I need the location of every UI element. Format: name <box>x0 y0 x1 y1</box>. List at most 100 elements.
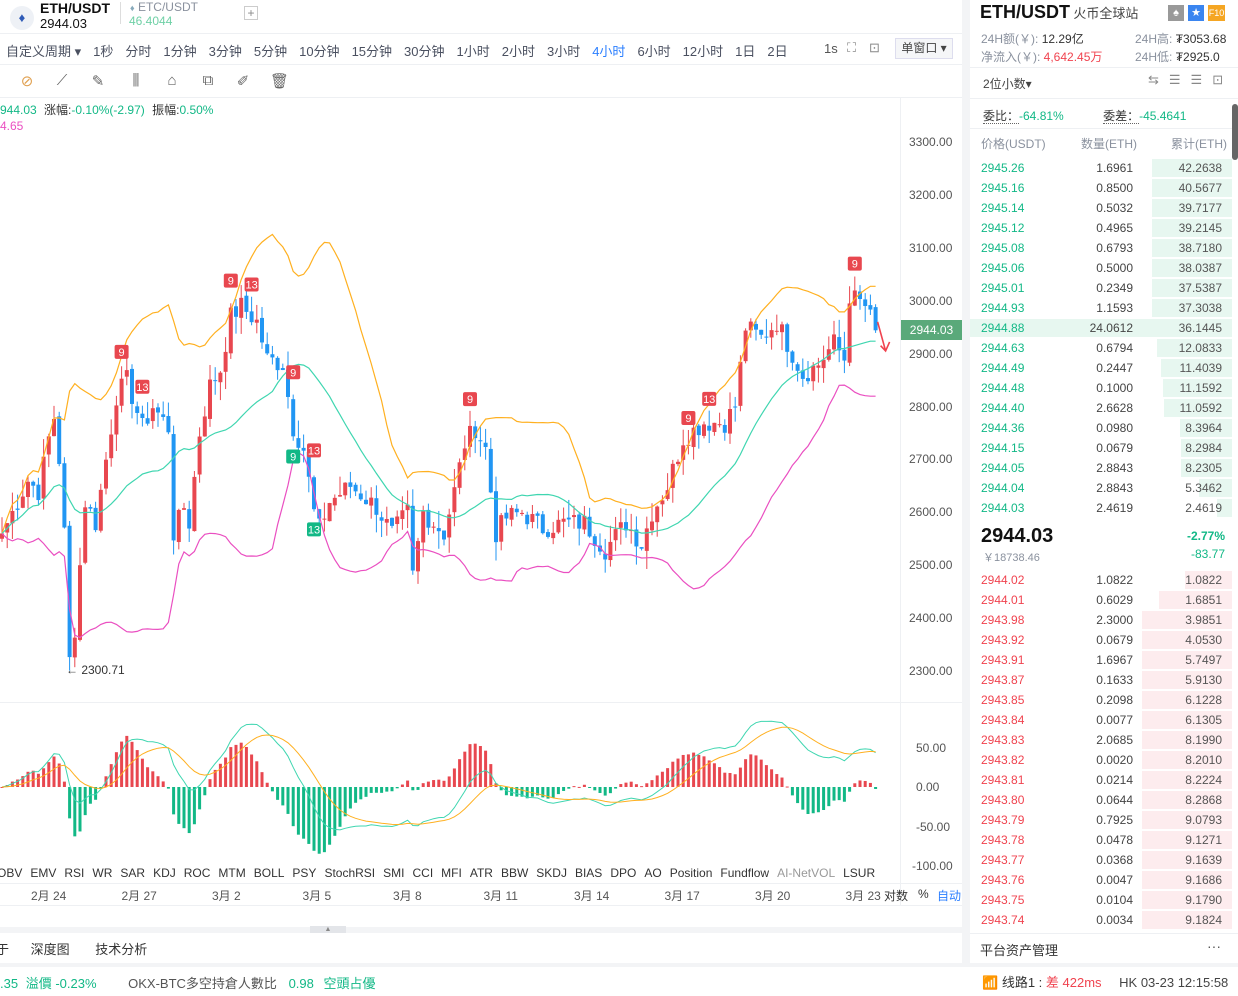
period-4[interactable]: 3分钟 <box>209 44 242 59</box>
period-14[interactable]: 12小时 <box>683 44 723 59</box>
indicator-tab[interactable]: PSY <box>292 866 316 880</box>
indicator-tab[interactable]: KDJ <box>153 866 176 880</box>
orderbook-row[interactable]: 2945.12 0.4965 39.2145 <box>970 218 1232 238</box>
price-chart[interactable]: 9 13 9 13 9 13 9 9 13 9 9 13 <box>0 98 962 868</box>
period-0[interactable]: 自定义周期 ▾ <box>6 44 81 59</box>
orderbook-row[interactable]: 2943.74 0.0034 9.1824 <box>970 910 1232 930</box>
tab-tech-analysis[interactable]: 技术分析 <box>95 942 147 957</box>
orderbook-scrollbar[interactable] <box>1232 104 1238 160</box>
edit-note-icon[interactable]: ✐ <box>234 72 252 90</box>
ruler-icon[interactable]: ⟋ <box>53 72 71 90</box>
tab-orders[interactable]: 于 <box>0 942 9 957</box>
orderbook-row[interactable]: 2943.77 0.0368 9.1639 <box>970 850 1232 870</box>
indicator-tab[interactable]: CCI <box>412 866 433 880</box>
panel-resize-bar[interactable] <box>0 927 962 933</box>
indicator-tab[interactable]: ATR <box>470 866 493 880</box>
indicator-tab[interactable]: MFI <box>441 866 462 880</box>
orderbook-row[interactable]: 2944.36 0.0980 8.3964 <box>970 418 1232 438</box>
orderbook-row[interactable]: 2943.80 0.0644 8.2868 <box>970 790 1232 810</box>
orderbook-row[interactable]: 2943.82 0.0020 8.2010 <box>970 750 1232 770</box>
orderbook-row[interactable]: 2943.83 2.0685 8.1990 <box>970 730 1232 750</box>
pen-icon[interactable]: ✎ <box>89 72 107 90</box>
period-16[interactable]: 2日 <box>767 44 787 59</box>
period-13[interactable]: 6小时 <box>637 44 670 59</box>
orderbook-row[interactable]: 2943.75 0.0104 9.1790 <box>970 890 1232 910</box>
more-options-icon[interactable]: ··· <box>1207 938 1221 954</box>
alert-bell-icon[interactable]: ♠ <box>1168 5 1184 21</box>
indicator-tab[interactable]: AI-NetVOL <box>777 866 835 880</box>
add-tab-button[interactable]: + <box>244 6 258 20</box>
period-6[interactable]: 10分钟 <box>299 44 339 59</box>
orderbook-row[interactable]: 2943.85 0.2098 6.1228 <box>970 690 1232 710</box>
indicator-tab[interactable]: AO <box>644 866 661 880</box>
orderbook-row[interactable]: 2943.78 0.0478 9.1271 <box>970 830 1232 850</box>
orderbook-row[interactable]: 2944.01 0.6029 1.6851 <box>970 590 1232 610</box>
lock-icon[interactable]: ⌂ <box>163 72 181 90</box>
magnet-icon[interactable]: ⊘ <box>18 72 36 90</box>
candle-icon[interactable]: ⫼ <box>127 72 145 90</box>
period-11[interactable]: 3小时 <box>547 44 580 59</box>
orderbook-row[interactable]: 2945.16 0.8500 40.5677 <box>970 178 1232 198</box>
decimals-select[interactable]: 2位小数▾ <box>983 75 1032 92</box>
period-8[interactable]: 30分钟 <box>404 44 444 59</box>
indicator-tab[interactable]: LSUR <box>843 866 875 880</box>
indicator-tab[interactable]: DPO <box>610 866 636 880</box>
orderbook-row[interactable]: 2945.06 0.5000 38.0387 <box>970 258 1232 278</box>
indicator-tab[interactable]: Position <box>670 866 713 880</box>
orderbook-row[interactable]: 2944.15 0.0679 8.2984 <box>970 438 1232 458</box>
indicator-tab[interactable]: RSI <box>64 866 84 880</box>
orderbook-view-icons[interactable]: ⇆☰☰⊡ <box>1148 72 1233 88</box>
trash-icon[interactable]: 🗑 <box>270 72 289 90</box>
orderbook-row[interactable]: 2945.14 0.5032 39.7177 <box>970 198 1232 218</box>
indicator-tab[interactable]: Fundflow <box>720 866 769 880</box>
window-mode-select[interactable]: 单窗口 ▾ <box>895 38 953 59</box>
period-9[interactable]: 1小时 <box>457 44 490 59</box>
indicator-tab[interactable]: OBV <box>0 866 22 880</box>
orderbook-row[interactable]: 2944.03 2.4619 2.4619 <box>970 498 1232 518</box>
fullscreen-icon[interactable]: ⛶ <box>847 40 856 56</box>
period-1[interactable]: 1秒 <box>93 44 113 59</box>
period-12[interactable]: 4小时 <box>592 44 625 59</box>
indicator-tab[interactable]: ROC <box>184 866 211 880</box>
orderbook-row[interactable]: 2943.98 2.3000 3.9851 <box>970 610 1232 630</box>
expand-panel-icon[interactable]: ▲ <box>310 926 346 933</box>
period-15[interactable]: 1日 <box>735 44 755 59</box>
indicator-tab[interactable]: SAR <box>120 866 145 880</box>
orderbook-row[interactable]: 2943.81 0.0214 8.2224 <box>970 770 1232 790</box>
orderbook-row[interactable]: 2943.87 0.1633 5.9130 <box>970 670 1232 690</box>
period-7[interactable]: 15分钟 <box>352 44 392 59</box>
period-5[interactable]: 5分钟 <box>254 44 287 59</box>
asset-management-link[interactable]: 平台资产管理 <box>980 940 1058 959</box>
f10-button[interactable]: F10 <box>1208 5 1225 21</box>
orderbook-row[interactable]: 2944.48 0.1000 11.1592 <box>970 378 1232 398</box>
orderbook-row[interactable]: 2944.05 2.8843 8.2305 <box>970 458 1232 478</box>
orderbook-row[interactable]: 2943.92 0.0679 4.0530 <box>970 630 1232 650</box>
period-2[interactable]: 分时 <box>125 44 151 59</box>
orderbook-row[interactable]: 2943.76 0.0047 9.1686 <box>970 870 1232 890</box>
orderbook-row[interactable]: 2944.04 2.8843 5.3462 <box>970 478 1232 498</box>
add-window-icon[interactable]: ⊡ <box>869 40 880 56</box>
orderbook-row[interactable]: 2944.93 1.1593 37.3038 <box>970 298 1232 318</box>
indicator-tab[interactable]: BOLL <box>254 866 285 880</box>
orderbook-row[interactable]: 2944.49 0.2447 11.4039 <box>970 358 1232 378</box>
orderbook-row[interactable]: 2944.40 2.6628 11.0592 <box>970 398 1232 418</box>
period-10[interactable]: 2小时 <box>502 44 535 59</box>
orderbook-row[interactable]: 2943.84 0.0077 6.1305 <box>970 710 1232 730</box>
indicator-tab[interactable]: EMV <box>30 866 56 880</box>
auto-scale-toggle[interactable]: 自动 <box>937 887 961 904</box>
tab-eth-usdt[interactable]: ETH/USDT 2944.03 <box>40 0 110 31</box>
orderbook-row[interactable]: 2943.79 0.7925 9.0793 <box>970 810 1232 830</box>
orderbook-row[interactable]: 2943.91 1.6967 5.7497 <box>970 650 1232 670</box>
orderbook-row[interactable]: 2944.02 1.0822 1.0822 <box>970 570 1232 590</box>
bookmark-icon[interactable]: ⧉ <box>199 72 217 90</box>
tab-depth-chart[interactable]: 深度图 <box>31 942 70 957</box>
indicator-tab[interactable]: StochRSI <box>324 866 375 880</box>
orderbook-row[interactable]: 2945.08 0.6793 38.7180 <box>970 238 1232 258</box>
percent-scale-toggle[interactable]: % <box>918 887 929 901</box>
indicator-tab[interactable]: SKDJ <box>536 866 567 880</box>
indicator-tab[interactable]: SMI <box>383 866 404 880</box>
orderbook-row[interactable]: 2944.63 0.6794 12.0833 <box>970 338 1232 358</box>
indicator-tab[interactable]: MTM <box>218 866 245 880</box>
orderbook-row[interactable]: 2944.88 24.0612 36.1445 <box>970 318 1232 338</box>
tab-etc-usdt[interactable]: ♦ ETC/USDT 46.4044 <box>129 0 198 28</box>
